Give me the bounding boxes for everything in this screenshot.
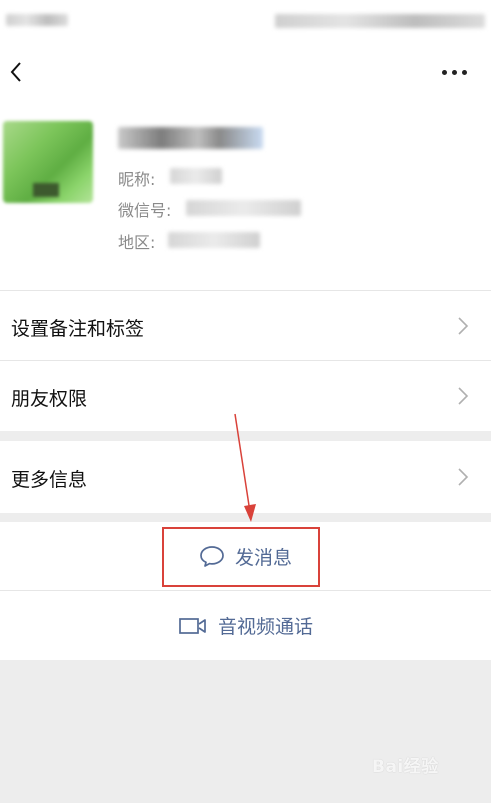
watermark: Bai经验 (372, 757, 439, 777)
video-call-label: 音视频通话 (217, 616, 313, 638)
annotation-arrow-icon (234, 413, 256, 522)
wechat-id-value-blurred (186, 200, 301, 216)
set-remark-label: 设置备注和标签 (11, 318, 145, 340)
set-remark-and-tags-row[interactable]: 设置备注和标签 (0, 291, 491, 360)
more-options-button[interactable] (436, 58, 472, 86)
region-value-blurred (168, 232, 260, 248)
status-bar-right (275, 14, 485, 28)
chevron-right-icon (458, 317, 469, 335)
more-dots-icon (441, 69, 467, 75)
video-camera-icon (179, 617, 206, 634)
region-label: 地区: (118, 233, 156, 252)
friend-permissions-label: 朋友权限 (11, 388, 88, 410)
display-name-blurred (118, 127, 263, 149)
status-bar-left (6, 14, 68, 26)
wechat-id-label: 微信号: (118, 201, 172, 220)
chevron-right-icon (458, 387, 469, 405)
back-button[interactable] (2, 56, 30, 88)
chevron-right-icon (458, 468, 469, 486)
back-arrow-icon (10, 62, 21, 82)
highlight-box (162, 527, 320, 587)
more-info-label: 更多信息 (11, 469, 88, 491)
nickname-value-blurred (170, 168, 222, 184)
avatar[interactable] (3, 121, 93, 203)
nickname-label: 昵称: (118, 170, 156, 189)
video-call-button[interactable]: 音视频通话 (0, 591, 491, 660)
